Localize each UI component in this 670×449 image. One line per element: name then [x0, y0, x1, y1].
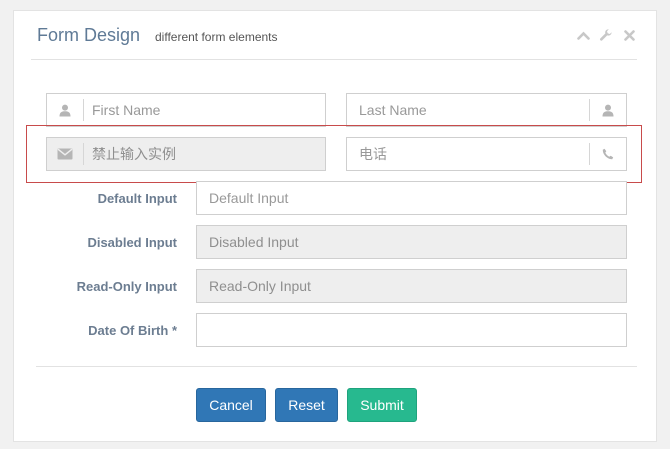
last-name-field — [346, 93, 627, 127]
email-field — [46, 137, 326, 171]
form-divider — [36, 366, 637, 367]
default-input-label: Default Input — [97, 191, 177, 206]
date-of-birth-input[interactable] — [197, 314, 626, 346]
wrench-icon[interactable] — [598, 27, 614, 43]
panel-tools — [575, 27, 637, 43]
default-input[interactable] — [197, 182, 626, 214]
reset-button[interactable]: Reset — [275, 388, 338, 422]
email-input[interactable] — [92, 138, 317, 170]
panel-title: Form Design — [37, 25, 141, 45]
date-of-birth-label: Date Of Birth * — [88, 323, 177, 338]
phone-icon — [590, 138, 626, 170]
user-icon — [47, 94, 83, 126]
readonly-input[interactable] — [197, 270, 626, 302]
phone-field — [346, 137, 627, 171]
disabled-input-field — [196, 225, 627, 259]
close-icon[interactable] — [621, 27, 637, 43]
last-name-input[interactable] — [359, 94, 584, 126]
cancel-button[interactable]: Cancel — [196, 388, 266, 422]
panel-subtitle: different form elements — [155, 30, 278, 44]
disabled-input[interactable] — [197, 226, 626, 258]
default-input-field — [196, 181, 627, 215]
date-of-birth-field — [196, 313, 627, 347]
addon-divider — [83, 143, 84, 165]
envelope-icon — [47, 138, 83, 170]
user-icon — [590, 94, 626, 126]
phone-input[interactable] — [359, 138, 584, 170]
readonly-input-label: Read-Only Input — [76, 279, 177, 294]
first-name-input[interactable] — [92, 94, 317, 126]
first-name-field — [46, 93, 326, 127]
readonly-input-field — [196, 269, 627, 303]
disabled-input-label: Disabled Input — [87, 235, 177, 250]
chevron-up-icon[interactable] — [575, 27, 591, 43]
submit-button[interactable]: Submit — [347, 388, 417, 422]
panel-header: Form Design different form elements — [31, 11, 637, 60]
addon-divider — [83, 99, 84, 121]
